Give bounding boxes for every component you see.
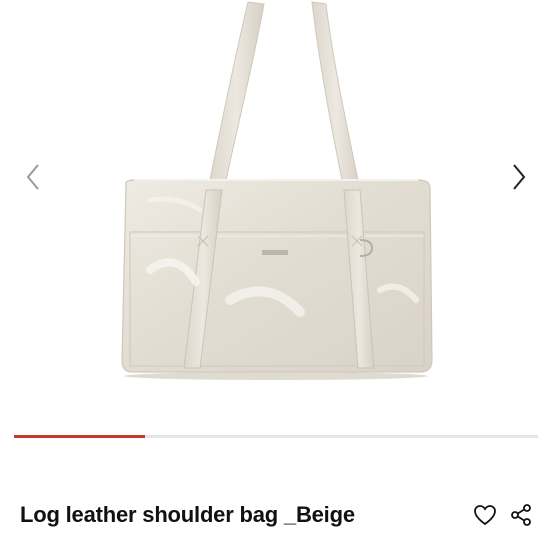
gallery-progress-track [14, 435, 538, 438]
chevron-left-icon [26, 164, 39, 190]
share-icon [511, 504, 531, 526]
heart-outline-icon [474, 505, 496, 526]
share-button[interactable] [508, 502, 534, 528]
like-button[interactable] [472, 502, 498, 528]
gallery-progress-fill [14, 435, 145, 438]
gallery-next-button[interactable] [502, 160, 536, 194]
chevron-right-icon [513, 164, 526, 190]
gallery-prev-button[interactable] [16, 160, 50, 194]
product-image [121, 1, 433, 380]
product-gallery[interactable] [0, 0, 552, 430]
product-title: Log leather shoulder bag _Beige [20, 502, 355, 527]
product-info-row: Log leather shoulder bag _Beige [0, 492, 552, 544]
